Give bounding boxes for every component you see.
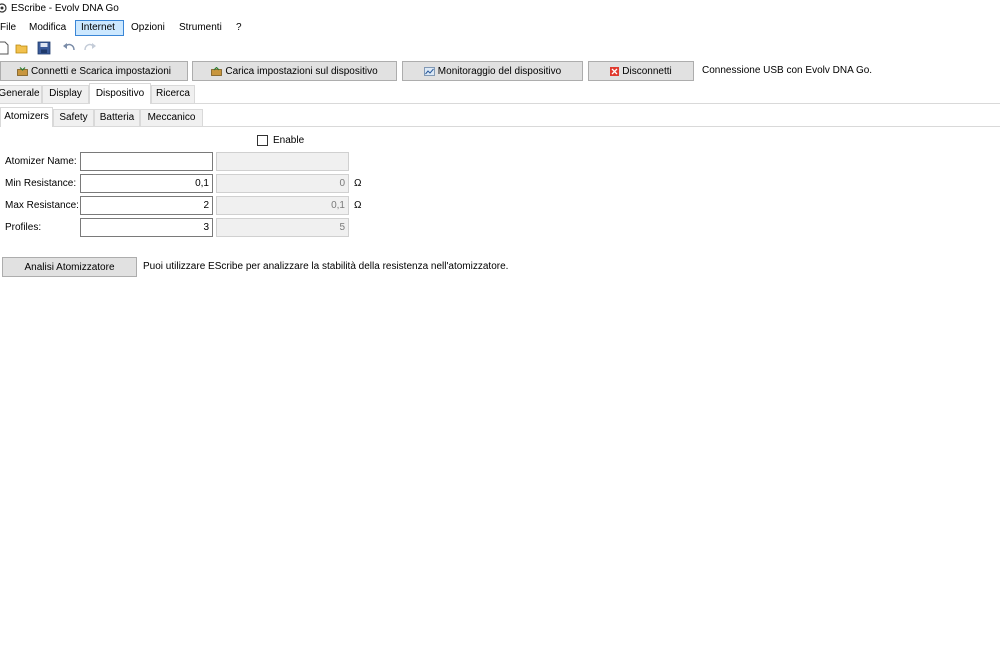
min-resistance-label: Min Resistance: — [5, 178, 77, 189]
max-resistance-input[interactable]: 2 — [80, 196, 213, 215]
profiles-input[interactable]: 3 — [80, 218, 213, 237]
upload-settings-button[interactable]: Carica impostazioni sul dispositivo — [192, 61, 397, 81]
min-resistance-readonly: 0 — [216, 174, 349, 193]
tab-atomizers[interactable]: Atomizers — [0, 107, 53, 127]
connect-download-icon — [17, 66, 28, 76]
profiles-label: Profiles: — [5, 222, 42, 233]
menu-strumenti[interactable]: Strumenti — [174, 20, 227, 36]
title-bar: EScribe - Evolv DNA Go — [0, 0, 1000, 18]
menu-bar: File Modifica Internet Opzioni Strumenti… — [0, 18, 1000, 38]
menu-file[interactable]: File — [0, 20, 21, 36]
sub-tabs-divider — [0, 126, 1000, 127]
enable-checkbox[interactable] — [257, 135, 268, 146]
menu-internet[interactable]: Internet — [75, 20, 124, 36]
min-resistance-unit: Ω — [354, 178, 362, 189]
tab-safety[interactable]: Safety — [53, 109, 94, 126]
connect-download-button[interactable]: Connetti e Scarica impostazioni — [0, 61, 188, 81]
window-title: EScribe - Evolv DNA Go — [11, 3, 119, 14]
analisi-atomizzatore-button[interactable]: Analisi Atomizzatore — [2, 257, 137, 277]
analisi-description: Puoi utilizzare EScribe per analizzare l… — [143, 261, 509, 272]
atomizer-name-input[interactable] — [80, 152, 213, 171]
menu-modifica[interactable]: Modifica — [24, 20, 71, 36]
connect-download-label: Connetti e Scarica impostazioni — [30, 65, 172, 77]
save-icon[interactable] — [37, 41, 51, 55]
max-resistance-label: Max Resistance: — [5, 200, 79, 211]
undo-icon[interactable] — [62, 41, 76, 55]
open-folder-icon[interactable] — [15, 41, 29, 55]
connection-status: Connessione USB con Evolv DNA Go. — [702, 65, 873, 76]
max-resistance-readonly: 0,1 — [216, 196, 349, 215]
new-file-icon[interactable] — [0, 41, 10, 55]
disconnect-button[interactable]: Disconnetti — [588, 61, 694, 81]
redo-icon[interactable] — [83, 41, 97, 55]
tab-dispositivo[interactable]: Dispositivo — [89, 83, 151, 104]
monitor-device-label: Monitoraggio del dispositivo — [437, 65, 562, 77]
min-resistance-input[interactable]: 0,1 — [80, 174, 213, 193]
menu-help[interactable]: ? — [231, 20, 247, 36]
monitor-device-button[interactable]: Monitoraggio del dispositivo — [402, 61, 583, 81]
menu-opzioni[interactable]: Opzioni — [126, 20, 170, 36]
tab-meccanico[interactable]: Meccanico — [140, 109, 203, 126]
tab-generale[interactable]: Generale — [0, 85, 42, 103]
atomizer-name-readonly — [216, 152, 349, 171]
max-resistance-unit: Ω — [354, 200, 362, 211]
tab-ricerca[interactable]: Ricerca — [151, 85, 195, 103]
upload-settings-label: Carica impostazioni sul dispositivo — [225, 65, 378, 77]
disconnect-label: Disconnetti — [622, 65, 672, 77]
app-icon — [0, 3, 7, 13]
atomizer-name-label: Atomizer Name: — [5, 156, 77, 167]
toolbar — [0, 38, 1000, 58]
tab-batteria[interactable]: Batteria — [94, 109, 140, 126]
profiles-readonly: 5 — [216, 218, 349, 237]
enable-label: Enable — [273, 135, 305, 146]
monitor-chart-icon — [423, 66, 435, 76]
upload-icon — [211, 66, 223, 76]
tab-display[interactable]: Display — [42, 85, 89, 103]
disconnect-x-icon — [610, 66, 620, 76]
